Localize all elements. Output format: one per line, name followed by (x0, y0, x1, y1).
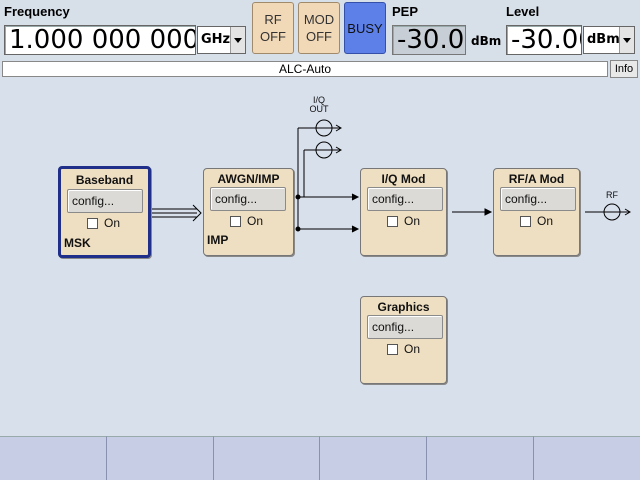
iq-out-connector-icons (315, 119, 342, 159)
graphics-title: Graphics (377, 300, 430, 314)
rfmod-config-button[interactable]: config... (500, 187, 576, 211)
iqmod-on-toggle[interactable]: On (387, 214, 420, 228)
baseband-on-toggle[interactable]: On (87, 216, 120, 230)
rf-button-line2: OFF (260, 29, 286, 44)
baseband-on-label: On (104, 216, 121, 230)
status-line: ALC-Auto (2, 61, 608, 77)
graphics-block[interactable]: Graphics config... On (360, 296, 447, 384)
rf-button-line1: RF (264, 12, 282, 27)
rf-out-connector-icon (585, 203, 631, 221)
awgn-on-label: On (247, 214, 264, 228)
awgn-mode: IMP (207, 233, 229, 247)
iqmod-config-button[interactable]: config... (367, 187, 443, 211)
frequency-unit-select[interactable]: GHz (197, 26, 246, 54)
rfmod-title: RF/A Mod (508, 172, 565, 186)
softkey-3[interactable] (213, 436, 321, 480)
awgn-config-button[interactable]: config... (210, 187, 286, 211)
baseband-modulation: MSK (64, 236, 91, 250)
graphics-on-toggle[interactable]: On (387, 342, 420, 356)
awgn-on-toggle[interactable]: On (230, 214, 263, 228)
softkey-1[interactable] (0, 436, 107, 480)
block-diagram: I/Q OUT RF Baseband config... On MSK AWG… (0, 80, 640, 436)
awgn-to-iqmod-lines (295, 127, 360, 233)
iq-out-label: I/Q OUT (306, 96, 332, 114)
pep-unit: dBm (471, 34, 502, 48)
baseband-to-awgn-arrow (152, 204, 202, 222)
iqmod-title: I/Q Mod (381, 172, 426, 186)
frequency-input[interactable]: 1.000 000 000 000 (4, 25, 196, 55)
chevron-down-icon[interactable] (230, 27, 245, 53)
baseband-on-checkbox[interactable] (87, 217, 98, 229)
rf-a-mod-block[interactable]: RF/A Mod config... On (493, 168, 580, 256)
level-unit-value: dBm (587, 32, 620, 47)
level-input[interactable]: -30.00 (506, 25, 582, 55)
awgn-on-checkbox[interactable] (230, 215, 241, 227)
level-unit-select[interactable]: dBm (583, 26, 635, 54)
chevron-down-icon[interactable] (619, 27, 634, 53)
pep-label: PEP (392, 4, 419, 19)
busy-indicator: BUSY (344, 2, 386, 54)
iqmod-on-label: On (404, 214, 421, 228)
iq-out-label-line2: OUT (309, 104, 329, 114)
graphics-on-label: On (404, 342, 421, 356)
iqmod-on-checkbox[interactable] (387, 215, 398, 227)
info-button[interactable]: Info (610, 60, 638, 78)
softkey-4[interactable] (320, 436, 428, 480)
level-label: Level (506, 4, 540, 19)
softkey-2[interactable] (106, 436, 214, 480)
softkey-5[interactable] (427, 436, 535, 480)
rf-out-label: RF (606, 190, 618, 200)
rf-off-button[interactable]: RF OFF (252, 2, 294, 54)
graphics-config-button[interactable]: config... (367, 315, 443, 339)
mod-button-line1: MOD (303, 12, 335, 27)
graphics-on-checkbox[interactable] (387, 343, 398, 355)
header-bar: Frequency 1.000 000 000 000 GHz RF OFF M… (0, 0, 640, 61)
iqmod-to-rfmod-line (452, 208, 493, 216)
baseband-title: Baseband (75, 173, 134, 187)
baseband-config-button[interactable]: config... (67, 189, 143, 213)
softkey-bar (0, 436, 640, 480)
pep-value: -30.00 (392, 25, 466, 55)
mod-off-button[interactable]: MOD OFF (298, 2, 340, 54)
frequency-unit-value: GHz (201, 32, 231, 47)
softkey-6[interactable] (534, 436, 640, 480)
signal-wires (152, 119, 631, 233)
baseband-block[interactable]: Baseband config... On MSK (58, 166, 151, 258)
awgn-imp-block[interactable]: AWGN/IMP config... On IMP (203, 168, 294, 256)
awgn-title: AWGN/IMP (217, 172, 280, 186)
rfmod-on-toggle[interactable]: On (520, 214, 553, 228)
rfmod-on-checkbox[interactable] (520, 215, 531, 227)
rfmod-on-label: On (537, 214, 554, 228)
frequency-label: Frequency (4, 4, 70, 19)
iq-mod-block[interactable]: I/Q Mod config... On (360, 168, 447, 256)
mod-button-line2: OFF (306, 29, 332, 44)
